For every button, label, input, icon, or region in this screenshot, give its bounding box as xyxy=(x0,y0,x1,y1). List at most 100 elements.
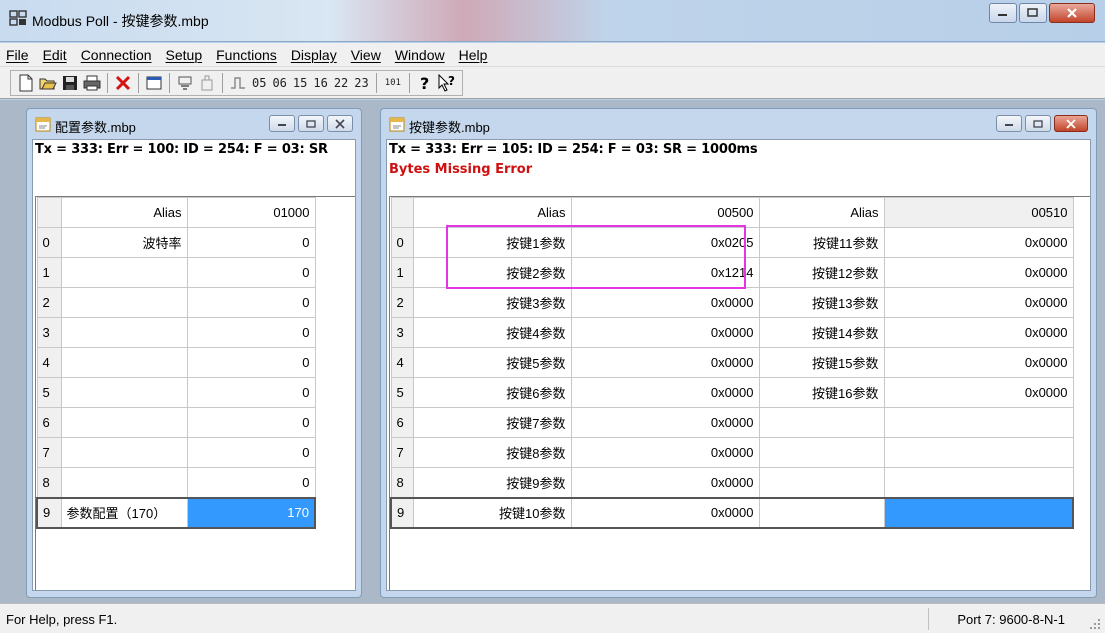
whats-this-icon[interactable]: ? xyxy=(437,73,457,93)
menu-view[interactable]: View xyxy=(351,47,381,63)
value-cell[interactable]: 0x0000 xyxy=(570,347,760,378)
alias-cell[interactable]: 按键10参数 xyxy=(412,496,572,529)
row-index[interactable]: 8 xyxy=(36,467,62,498)
alias-cell[interactable] xyxy=(60,467,188,498)
menu-functions[interactable]: Functions xyxy=(216,47,277,63)
selected-value-cell[interactable] xyxy=(883,496,1074,529)
write-icon[interactable] xyxy=(197,73,217,93)
config-close-button[interactable] xyxy=(327,115,353,132)
fc-22-button[interactable]: 22 xyxy=(334,76,348,90)
menu-help[interactable]: Help xyxy=(459,47,488,63)
row-index[interactable]: 6 xyxy=(36,407,62,438)
fc-16-button[interactable]: 16 xyxy=(313,76,327,90)
row-index[interactable]: 0 xyxy=(390,227,414,258)
row-index[interactable]: 1 xyxy=(36,257,62,288)
menu-display[interactable]: Display xyxy=(291,47,337,63)
value-cell[interactable]: 0 xyxy=(186,347,316,378)
row-index[interactable]: 8 xyxy=(390,467,414,498)
pulse-icon[interactable] xyxy=(228,73,248,93)
row-index[interactable]: 7 xyxy=(36,437,62,468)
alias-cell[interactable] xyxy=(758,407,885,438)
column-header-alias[interactable]: Alias xyxy=(412,197,572,228)
value-cell[interactable]: 0 xyxy=(186,317,316,348)
value-cell[interactable]: 0 xyxy=(186,407,316,438)
row-index[interactable]: 2 xyxy=(390,287,414,318)
alias-cell[interactable] xyxy=(758,437,885,468)
save-icon[interactable] xyxy=(60,73,80,93)
value-cell[interactable]: 0x0000 xyxy=(883,287,1074,318)
alias-cell[interactable] xyxy=(60,287,188,318)
title-bar[interactable]: Modbus Poll - 按键参数.mbp xyxy=(0,0,1105,42)
menu-edit[interactable]: Edit xyxy=(43,47,67,63)
read-icon[interactable] xyxy=(175,73,195,93)
window-icon[interactable] xyxy=(144,73,164,93)
fc-15-button[interactable]: 15 xyxy=(293,76,307,90)
maximize-button[interactable] xyxy=(1019,3,1047,23)
key-minimize-button[interactable] xyxy=(996,115,1022,132)
value-cell[interactable]: 0x0000 xyxy=(570,407,760,438)
alias-cell[interactable]: 按键16参数 xyxy=(758,377,885,408)
row-index[interactable]: 9 xyxy=(390,496,414,529)
alias-cell[interactable] xyxy=(60,407,188,438)
value-cell[interactable]: 0x0000 xyxy=(570,467,760,498)
alias-cell[interactable]: 波特率 xyxy=(60,227,188,258)
alias-cell[interactable]: 按键15参数 xyxy=(758,347,885,378)
row-index[interactable]: 3 xyxy=(390,317,414,348)
new-icon[interactable] xyxy=(16,73,36,93)
value-cell[interactable]: 0x0000 xyxy=(570,437,760,468)
config-data-grid[interactable]: Alias 01000 0 波特率 0 10 20 30 40 50 60 70 8… xyxy=(36,197,316,529)
menu-connection[interactable]: Connection xyxy=(81,47,152,63)
value-cell[interactable]: 0 xyxy=(186,257,316,288)
alias-cell[interactable]: 按键13参数 xyxy=(758,287,885,318)
value-cell[interactable]: 0x0000 xyxy=(883,227,1074,258)
alias-cell[interactable]: 按键12参数 xyxy=(758,257,885,288)
alias-cell[interactable]: 按键11参数 xyxy=(758,227,885,258)
minimize-button[interactable] xyxy=(989,3,1017,23)
print-icon[interactable] xyxy=(82,73,102,93)
value-cell[interactable]: 0 xyxy=(186,467,316,498)
column-header-01000[interactable]: 01000 xyxy=(186,197,316,228)
value-cell[interactable]: 0x0000 xyxy=(570,317,760,348)
key-window-title-bar[interactable]: 按键参数.mbp xyxy=(381,109,1096,139)
alias-cell[interactable]: 按键3参数 xyxy=(412,287,572,318)
alias-cell[interactable] xyxy=(60,437,188,468)
value-cell[interactable]: 0 xyxy=(186,287,316,318)
alias-cell[interactable]: 按键14参数 xyxy=(758,317,885,348)
row-index[interactable]: 3 xyxy=(36,317,62,348)
value-cell[interactable]: 0 xyxy=(186,227,316,258)
key-params-window[interactable]: 按键参数.mbp Tx = 333: Err = 105: ID = 254: … xyxy=(380,108,1097,598)
row-index[interactable]: 4 xyxy=(36,347,62,378)
value-cell[interactable] xyxy=(883,437,1074,468)
alias-cell[interactable]: 按键6参数 xyxy=(412,377,572,408)
alias-cell[interactable] xyxy=(60,347,188,378)
alias-cell[interactable]: 按键5参数 xyxy=(412,347,572,378)
value-cell[interactable]: 0 xyxy=(186,377,316,408)
value-cell[interactable]: 0x0000 xyxy=(883,317,1074,348)
menu-setup[interactable]: Setup xyxy=(166,47,203,63)
row-index[interactable]: 4 xyxy=(390,347,414,378)
value-cell[interactable] xyxy=(883,407,1074,438)
config-window-title-bar[interactable]: 配置参数.mbp xyxy=(27,109,361,139)
help-icon[interactable]: ? xyxy=(415,73,435,93)
alias-cell[interactable] xyxy=(60,317,188,348)
row-index[interactable]: 1 xyxy=(390,257,414,288)
alias-cell[interactable]: 按键4参数 xyxy=(412,317,572,348)
value-cell[interactable]: 0x0000 xyxy=(883,257,1074,288)
value-cell[interactable]: 0x0000 xyxy=(883,377,1074,408)
value-cell[interactable]: 0x0000 xyxy=(570,377,760,408)
key-close-button[interactable] xyxy=(1054,115,1088,132)
alias-cell[interactable]: 按键7参数 xyxy=(412,407,572,438)
row-index[interactable]: 2 xyxy=(36,287,62,318)
value-cell[interactable] xyxy=(883,467,1074,498)
alias-cell[interactable]: 参数配置（170） xyxy=(60,496,188,529)
resize-grip-icon[interactable] xyxy=(1089,618,1101,630)
alias-cell[interactable] xyxy=(758,467,885,498)
delete-icon[interactable] xyxy=(113,73,133,93)
alias-cell[interactable] xyxy=(60,257,188,288)
config-minimize-button[interactable] xyxy=(269,115,295,132)
alias-cell[interactable]: 按键8参数 xyxy=(412,437,572,468)
counter-101-button[interactable]: 101 xyxy=(385,78,401,88)
row-index[interactable]: 6 xyxy=(390,407,414,438)
config-params-window[interactable]: 配置参数.mbp Tx = 333: Err = 100: ID = 254: … xyxy=(26,108,362,598)
alias-cell[interactable] xyxy=(758,496,885,529)
